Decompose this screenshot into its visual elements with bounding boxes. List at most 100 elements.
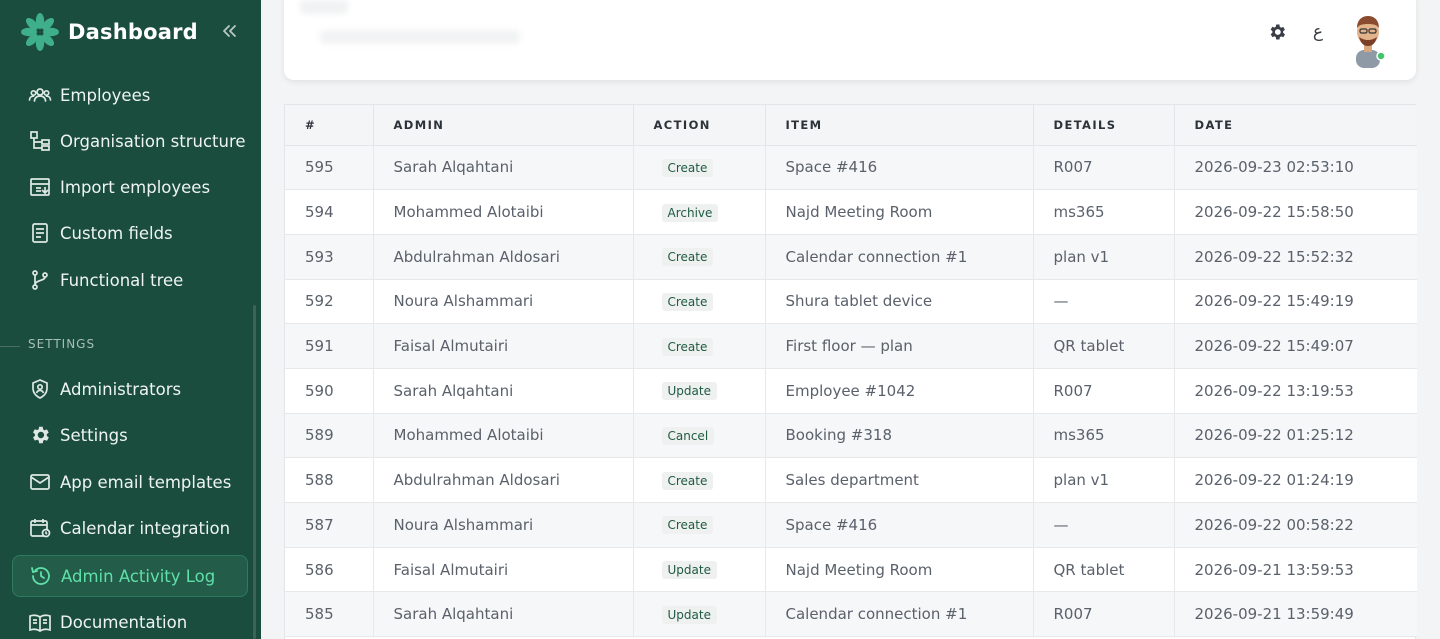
action-badge: Update: [661, 605, 717, 624]
sidebar-item-organisation-structure[interactable]: Organisation structure: [12, 120, 248, 162]
cell-action: Cancel: [633, 413, 766, 459]
sidebar-item-admin-activity-log[interactable]: Admin Activity Log: [12, 555, 248, 597]
column-header-date[interactable]: DATE: [1174, 105, 1417, 146]
gear-icon: [28, 423, 52, 447]
cell-admin: Faisal Almutairi: [373, 547, 634, 593]
sidebar-item-label: Organisation structure: [60, 131, 246, 151]
column-header-action[interactable]: ACTION: [633, 105, 766, 146]
table-body: 595 Sarah Alqahtani Create Space #416 R007 20…: [285, 145, 1417, 638]
cell-id: 591: [285, 323, 374, 369]
cell-id: 586: [285, 547, 374, 593]
sidebar-item-employees[interactable]: Employees: [12, 74, 248, 116]
cell-date: 2026-09-22 01:25:12: [1174, 413, 1417, 459]
cell-action: Create: [633, 279, 766, 325]
import-icon: [28, 175, 52, 199]
cell-item: Space #416: [765, 502, 1034, 548]
gear-icon: [1270, 24, 1285, 40]
sidebar-item-calendar-integration[interactable]: Calendar integration: [12, 507, 248, 549]
sidebar-item-label: Functional tree: [60, 270, 184, 290]
cell-id: 585: [285, 591, 374, 638]
cell-date: 2026-09-22 13:19:53: [1174, 368, 1417, 414]
cell-id: 593: [285, 234, 374, 280]
action-badge: Create: [661, 292, 714, 311]
table-row[interactable]: 594 Mohammed Alotaibi Archive Najd Meeting …: [285, 189, 1417, 235]
user-avatar[interactable]: [1348, 10, 1388, 68]
cell-action: Create: [633, 145, 766, 191]
cell-admin: Sarah Alqahtani: [373, 591, 634, 638]
cell-details: plan v1: [1033, 234, 1175, 280]
cell-item: Employee #1042: [765, 368, 1034, 414]
cell-id: 595: [285, 145, 374, 191]
cell-admin: Noura Alshammari: [373, 502, 634, 548]
column-header-details[interactable]: DETAILS: [1033, 105, 1175, 146]
cell-action: Update: [633, 368, 766, 414]
section-divider: [0, 346, 20, 347]
cell-date: 2026-09-22 15:52:32: [1174, 234, 1417, 280]
sidebar-item-functional-tree[interactable]: Functional tree: [12, 259, 248, 301]
cell-item: Calendar connection #1: [765, 234, 1034, 280]
column-header-id[interactable]: #: [285, 105, 374, 146]
collapse-sidebar-button[interactable]: [218, 20, 240, 42]
cell-action: Create: [633, 502, 766, 548]
table-row[interactable]: 588 Abdulrahman Aldosari Create Sales depar…: [285, 457, 1417, 503]
sidebar-item-documentation[interactable]: Documentation: [12, 601, 248, 639]
language-toggle-button[interactable]: ع: [1306, 20, 1330, 44]
settings-button[interactable]: [1265, 20, 1289, 44]
sidebar-item-administrators[interactable]: Administrators: [12, 368, 248, 410]
cell-id: 588: [285, 457, 374, 503]
brand[interactable]: Dashboard: [20, 12, 198, 52]
cell-details: —: [1033, 502, 1175, 548]
table-row[interactable]: 595 Sarah Alqahtani Create Space #416 R007 20…: [285, 145, 1417, 191]
sidebar-item-label: App email templates: [60, 472, 232, 492]
cell-item: Space #416: [765, 145, 1034, 191]
sidebar-item-import-employees[interactable]: Import employees: [12, 166, 248, 208]
table-row[interactable]: 586 Faisal Almutairi Update Najd Meeting Ro…: [285, 547, 1417, 593]
cell-action: Create: [633, 323, 766, 369]
cell-admin: Abdulrahman Aldosari: [373, 234, 634, 280]
cell-action: Create: [633, 234, 766, 280]
double-chevron-left-icon: [223, 25, 236, 37]
sidebar-item-settings[interactable]: Settings: [12, 414, 248, 456]
blurred-page-title: [300, 0, 348, 14]
column-header-item[interactable]: ITEM: [765, 105, 1034, 146]
settings-section-label: SETTINGS: [28, 337, 96, 351]
table-header-row: # ADMIN ACTION ITEM DETAILS DATE: [285, 105, 1417, 146]
table-row[interactable]: 591 Faisal Almutairi Create First floor — p…: [285, 323, 1417, 369]
table-row[interactable]: 587 Noura Alshammari Create Space #416—2026…: [285, 502, 1417, 548]
cell-date: 2026-09-23 02:53:10: [1174, 145, 1417, 191]
sidebar-item-label: Documentation: [60, 612, 188, 632]
action-badge: Create: [661, 471, 714, 490]
cell-admin: Faisal Almutairi: [373, 323, 634, 369]
activity-log-table: # ADMIN ACTION ITEM DETAILS DATE 595 Sara…: [285, 105, 1417, 638]
mail-icon: [28, 470, 52, 494]
sidebar-item-label: Admin Activity Log: [61, 566, 216, 586]
action-badge: Cancel: [661, 426, 715, 445]
shield-icon: [28, 377, 52, 401]
action-badge: Update: [661, 561, 717, 580]
cell-admin: Abdulrahman Aldosari: [373, 457, 634, 503]
sidebar: Dashboard Employees Organisation structu…: [0, 0, 261, 639]
table-row[interactable]: 590 Sarah Alqahtani Update Employee #1042 R0…: [285, 368, 1417, 414]
cell-date: 2026-09-22 15:58:50: [1174, 189, 1417, 235]
sidebar-item-label: Settings: [60, 425, 128, 445]
table-row[interactable]: 589 Mohammed Alotaibi Cancel Booking #318 ms…: [285, 413, 1417, 459]
sidebar-item-app-email-templates[interactable]: App email templates: [12, 461, 248, 503]
table-row[interactable]: 592 Noura Alshammari Create Shura tablet de…: [285, 279, 1417, 325]
sidebar-item-label: Employees: [60, 85, 151, 105]
sidebar-item-custom-fields[interactable]: Custom fields: [12, 212, 248, 254]
action-badge: Create: [661, 337, 714, 356]
sidebar-scrollbar[interactable]: [253, 305, 256, 639]
cell-action: Update: [633, 547, 766, 593]
action-badge: Update: [661, 382, 717, 401]
table-row[interactable]: 593 Abdulrahman Aldosari Create Calendar co…: [285, 234, 1417, 280]
column-header-admin[interactable]: ADMIN: [373, 105, 634, 146]
cell-action: Archive: [633, 189, 766, 235]
cell-admin: Mohammed Alotaibi: [373, 413, 634, 459]
table-row[interactable]: 585 Sarah Alqahtani Update Calendar connect…: [285, 591, 1417, 638]
action-badge: Create: [661, 248, 714, 267]
cell-admin: Noura Alshammari: [373, 279, 634, 325]
cell-id: 587: [285, 502, 374, 548]
cell-details: ms365: [1033, 189, 1175, 235]
history-icon: [29, 564, 53, 588]
blurred-breadcrumb: [320, 30, 520, 44]
